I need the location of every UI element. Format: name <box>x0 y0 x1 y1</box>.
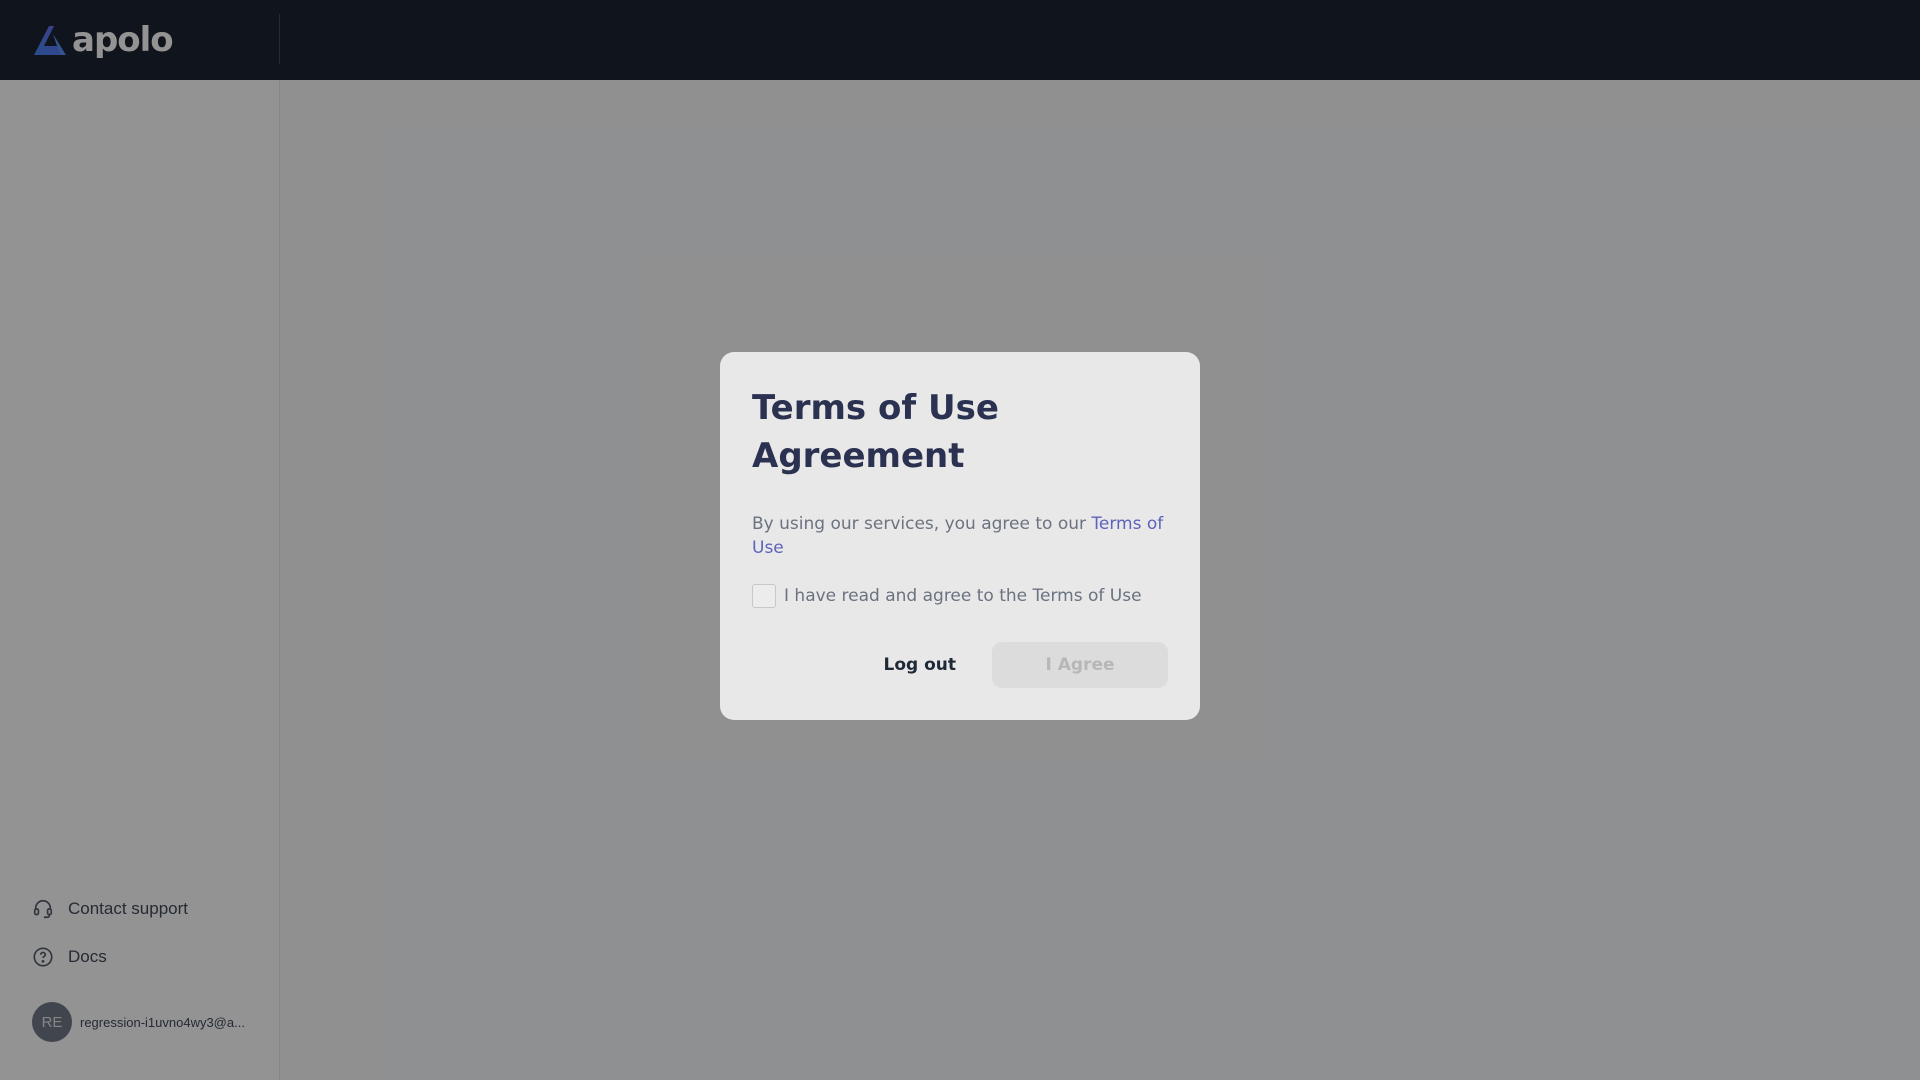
dialog-description-text: By using our services, you agree to our <box>752 514 1092 534</box>
dialog-actions: Log out I Agree <box>847 642 1168 688</box>
agree-checkbox[interactable] <box>752 584 776 608</box>
agree-checkbox-label[interactable]: I have read and agree to the Terms of Us… <box>784 586 1142 606</box>
agree-checkbox-row: I have read and agree to the Terms of Us… <box>752 584 1168 608</box>
dialog-description: By using our services, you agree to our … <box>752 512 1168 560</box>
log-out-button[interactable]: Log out <box>847 642 992 688</box>
i-agree-button[interactable]: I Agree <box>992 642 1168 688</box>
terms-of-use-dialog: Terms of Use Agreement By using our serv… <box>720 352 1200 720</box>
dialog-title: Terms of Use Agreement <box>752 388 999 476</box>
